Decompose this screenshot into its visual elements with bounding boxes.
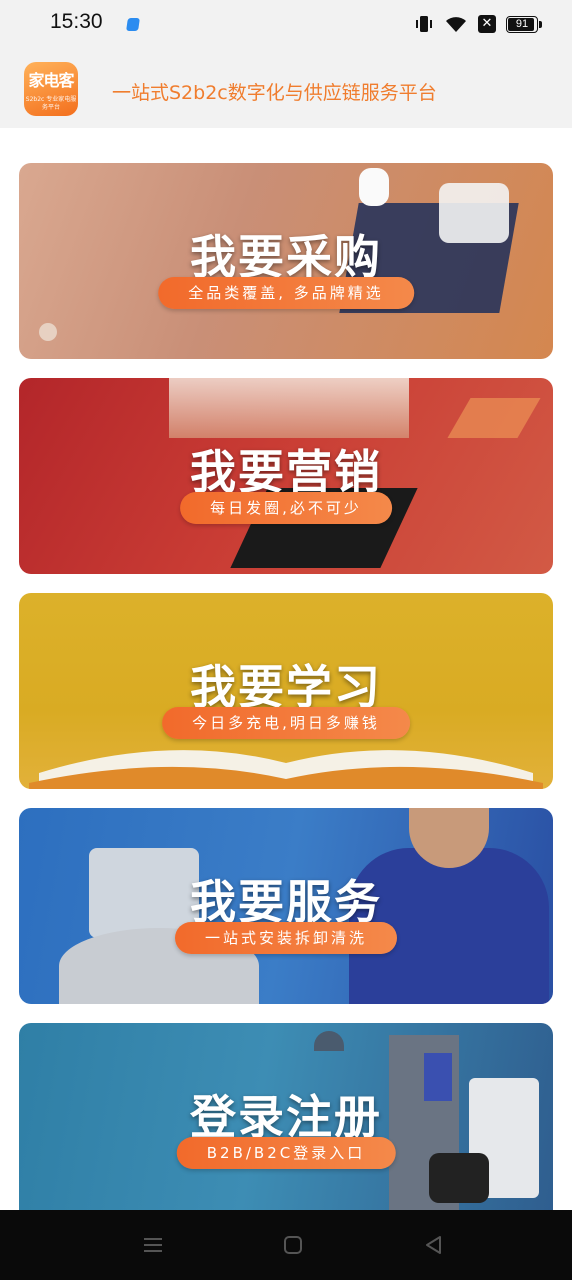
service-banner[interactable]: 我要服务 一站式安装拆卸清洗 [19,808,553,1004]
system-nav-bar [0,1210,572,1280]
banner-subtitle: 今日多充电,明日多赚钱 [162,707,410,739]
cooker-decoration [429,1153,489,1203]
banner-subtitle: 一站式安装拆卸清洗 [174,922,398,954]
status-bar: 15:30 ✕ 91 [0,0,572,50]
app-notification-icon [126,18,140,31]
battery-icon: 91 [506,15,538,33]
marketing-banner[interactable]: 我要营销 每日发圈,必不可少 [19,378,553,574]
sim-x-icon: ✕ [478,15,496,33]
vibrate-icon [416,16,432,32]
menu-icon[interactable] [140,1232,166,1258]
banner-subtitle: 全品类覆盖, 多品牌精选 [158,277,414,309]
app-header: 家电客 S2b2c 专业家电服务平台 一站式S2b2c数字化与供应链服务平台 [0,50,572,128]
back-icon[interactable] [420,1232,446,1258]
banner-subtitle: B2B/B2C登录入口 [176,1137,396,1169]
purchase-banner[interactable]: 我要采购 全品类覆盖, 多品牌精选 [19,163,553,359]
status-icons: ✕ 91 [414,14,542,34]
light-decoration [169,378,409,438]
banner-stripe-decoration [447,398,541,438]
logo-sub-text: S2b2c 专业家电服务平台 [25,96,77,111]
learning-banner[interactable]: 我要学习 今日多充电,明日多赚钱 [19,593,553,789]
logo-text: 家电客 [28,71,74,90]
home-icon[interactable] [280,1232,306,1258]
status-time: 15:30 [50,10,103,33]
login-register-banner[interactable]: 登录注册 B2B/B2C登录入口 [19,1023,553,1210]
page-slogan: 一站式S2b2c数字化与供应链服务平台 [112,82,437,104]
camera-decoration [359,168,389,206]
wifi-icon [446,17,466,32]
battery-level: 91 [515,17,529,30]
lamp-decoration [314,1031,344,1051]
battery-cap [539,20,542,28]
ball-decoration [39,323,57,341]
app-logo: 家电客 S2b2c 专业家电服务平台 [24,62,78,116]
banner-subtitle: 每日发圈,必不可少 [180,492,392,524]
